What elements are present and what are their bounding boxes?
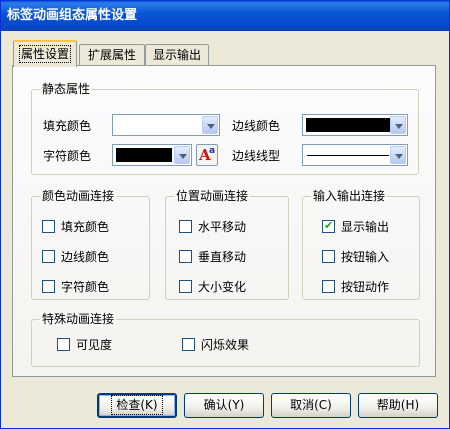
chevron-down-icon[interactable] <box>202 116 218 134</box>
tab-panel: 静态属性 填充颜色 边线颜色 字符颜色 Aa 边线线型 颜色动画连接 填充颜色 … <box>12 65 436 377</box>
line-style-combo[interactable] <box>302 144 408 166</box>
static-properties-group: 静态属性 填充颜色 边线颜色 字符颜色 Aa 边线线型 <box>31 82 419 175</box>
title-bar[interactable]: 标签动画组态属性设置 <box>1 1 449 31</box>
char-color-label: 字符颜色 <box>43 149 92 163</box>
font-color-icon[interactable]: Aa <box>196 144 218 166</box>
border-color-combo[interactable] <box>302 114 408 136</box>
group-title: 输入输出连接 <box>311 189 388 203</box>
line-style-label: 边线线型 <box>232 149 281 163</box>
line-style-sample <box>307 155 389 156</box>
border-color-label: 边线颜色 <box>232 119 281 133</box>
special-animation-group: 特殊动画连接 可见度 闪烁效果 <box>31 312 420 367</box>
dialog-window: 标签动画组态属性设置 属性设置 扩展属性 显示输出 静态属性 填充颜色 边线颜色 <box>0 0 450 429</box>
tab-extended-properties[interactable]: 扩展属性 <box>79 44 145 66</box>
color-animation-group: 颜色动画连接 填充颜色 边线颜色 字符颜色 <box>31 189 150 300</box>
io-connection-group: 输入输出连接 ✔ 显示输出 按钮输入 按钮动作 <box>302 189 420 300</box>
fill-color-swatch <box>116 118 204 132</box>
tab-property-settings[interactable]: 属性设置 <box>13 40 77 67</box>
check-button[interactable]: 检查(K) <box>97 393 177 418</box>
group-title: 颜色动画连接 <box>40 189 117 203</box>
chevron-down-icon[interactable] <box>174 146 190 164</box>
chevron-down-icon[interactable] <box>390 146 406 164</box>
char-color-combo[interactable] <box>112 144 192 166</box>
char-color-swatch <box>116 148 172 162</box>
ok-button[interactable]: 确认(Y) <box>184 393 264 418</box>
tab-label: 属性设置 <box>18 45 72 63</box>
cancel-button[interactable]: 取消(C) <box>271 393 351 418</box>
group-title: 特殊动画连接 <box>40 312 117 326</box>
group-title: 静态属性 <box>40 82 93 96</box>
border-color-swatch <box>306 118 390 132</box>
fill-color-combo[interactable] <box>112 114 220 136</box>
position-animation-group: 位置动画连接 水平移动 垂直移动 大小变化 <box>165 189 289 300</box>
fill-color-label: 填充颜色 <box>43 119 92 133</box>
group-title: 位置动画连接 <box>174 189 251 203</box>
window-title: 标签动画组态属性设置 <box>7 8 138 23</box>
check-icon: ✔ <box>324 219 334 232</box>
tab-display-output[interactable]: 显示输出 <box>145 44 209 66</box>
tab-label: 显示输出 <box>152 48 201 62</box>
chevron-down-icon[interactable] <box>390 116 406 134</box>
tab-label: 扩展属性 <box>87 48 136 62</box>
help-button[interactable]: 帮助(H) <box>358 393 438 418</box>
